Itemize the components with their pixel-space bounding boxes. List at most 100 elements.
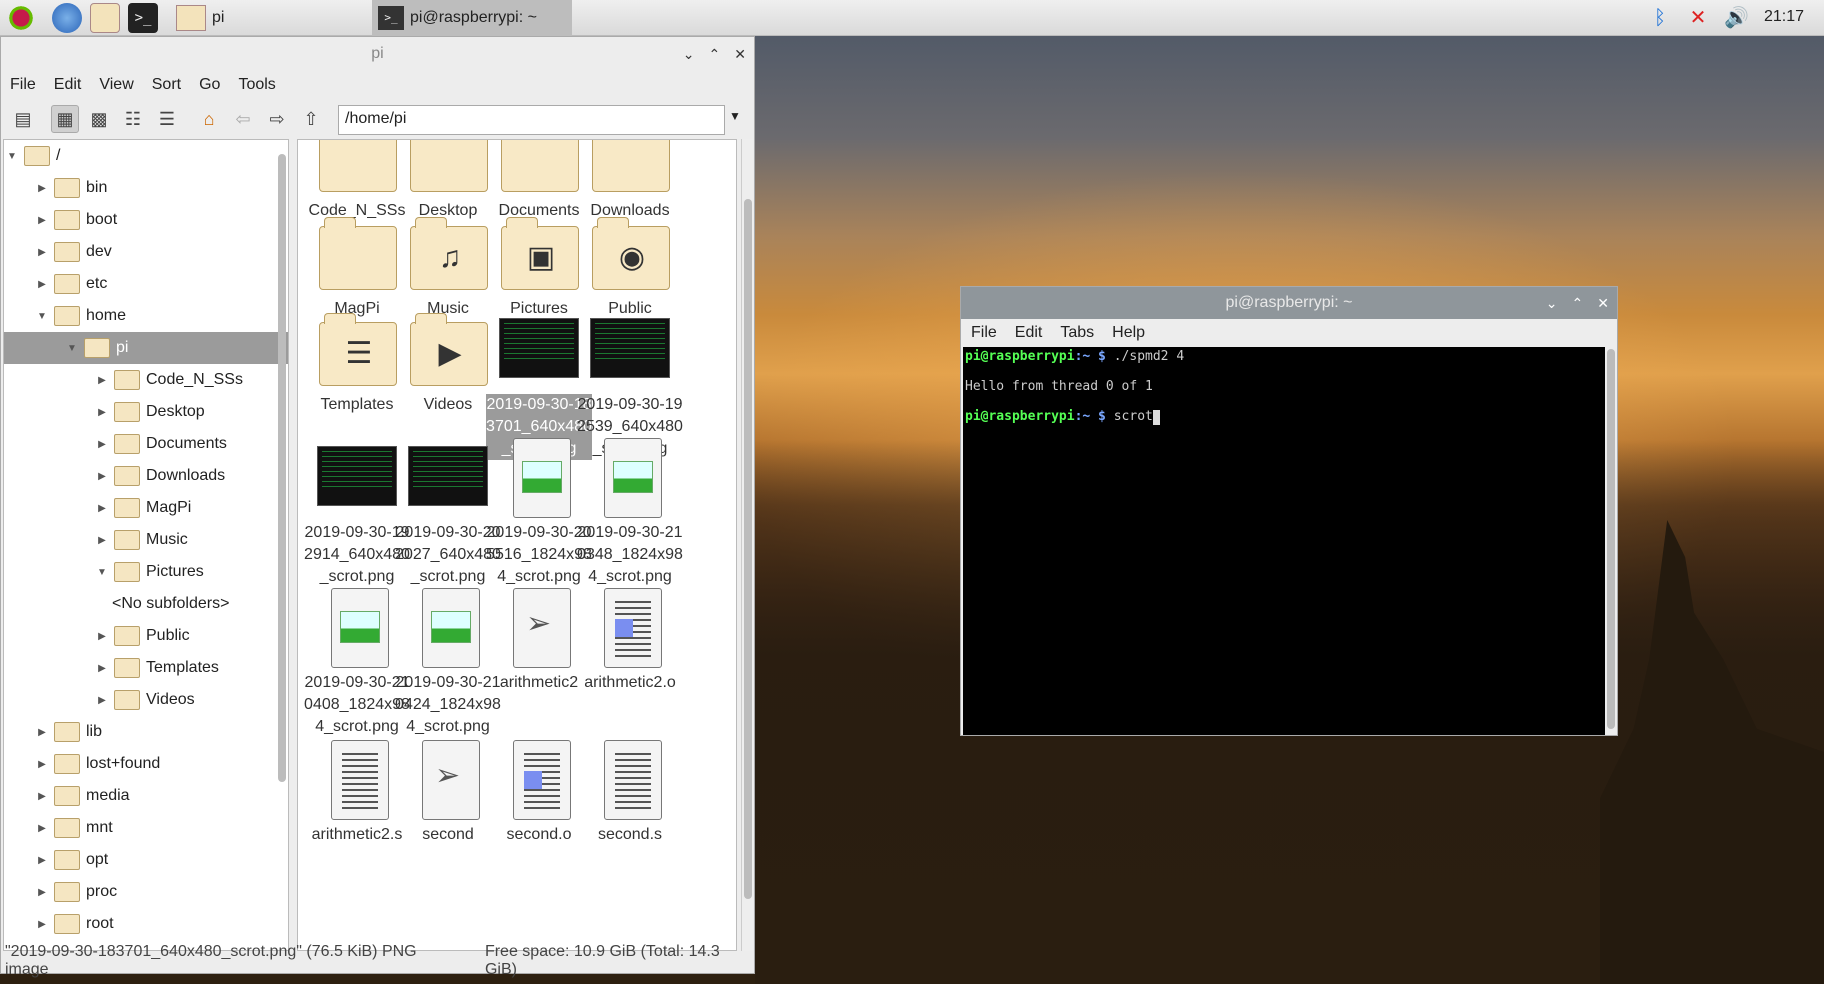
file-item[interactable]: second.s — [577, 738, 683, 846]
menu-file[interactable]: File — [10, 76, 36, 94]
collapsed-arrow-icon[interactable]: ▶ — [34, 279, 50, 290]
tree-item[interactable]: ▼ pi — [4, 332, 288, 364]
collapsed-arrow-icon[interactable]: ▶ — [94, 375, 110, 386]
tree-item[interactable]: ▶ Code_N_SSs — [4, 364, 288, 396]
close-icon[interactable]: ✕ — [1597, 295, 1609, 312]
tree-item[interactable]: ▶ opt — [4, 844, 288, 876]
forward-icon[interactable]: ⇨ — [263, 105, 291, 133]
collapsed-arrow-icon[interactable]: ▶ — [34, 887, 50, 898]
collapsed-arrow-icon[interactable]: ▶ — [94, 663, 110, 674]
menu-tabs[interactable]: Tabs — [1060, 324, 1094, 342]
file-item[interactable]: ◉ Public — [577, 212, 683, 320]
terminal-scrollbar[interactable] — [1607, 349, 1615, 729]
collapsed-arrow-icon[interactable]: ▶ — [94, 695, 110, 706]
compact-view-icon[interactable]: ☷ — [119, 105, 147, 133]
file-item[interactable]: arithmetic2.o — [577, 586, 683, 694]
tree-item[interactable]: ▼ Pictures — [4, 556, 288, 588]
thumbnail-view-icon[interactable]: ▩ — [85, 105, 113, 133]
close-icon[interactable]: ✕ — [734, 46, 746, 63]
terminal-icon[interactable]: >_ — [128, 3, 158, 33]
taskbar-task-terminal[interactable]: >_ pi@raspberrypi: ~ — [372, 0, 572, 36]
bluetooth-icon[interactable]: ᛒ — [1648, 6, 1672, 30]
collapsed-arrow-icon[interactable]: ▶ — [34, 727, 50, 738]
file-icon-view[interactable]: Code_N_SSs Desktop Documents Downloads MagPi… — [297, 139, 737, 951]
clock[interactable]: 21:17 — [1764, 8, 1804, 26]
volume-icon[interactable]: 🔊 — [1724, 6, 1749, 30]
menu-view[interactable]: View — [99, 76, 133, 94]
path-dropdown-icon[interactable]: ▼ — [729, 109, 741, 123]
maximize-icon[interactable]: ⌃ — [709, 46, 721, 63]
tree-item[interactable]: ▶ Documents — [4, 428, 288, 460]
tree-item[interactable]: ▶ mnt — [4, 812, 288, 844]
tree-item[interactable]: ▶ media — [4, 780, 288, 812]
tree-item[interactable]: <No subfolders> — [4, 588, 288, 620]
maximize-icon[interactable]: ⌃ — [1572, 295, 1584, 312]
path-input[interactable]: /home/pi — [338, 105, 725, 135]
icon-view-icon[interactable]: ▦ — [51, 105, 79, 133]
minimize-icon[interactable]: ⌄ — [683, 46, 695, 63]
minimize-icon[interactable]: ⌄ — [1546, 295, 1558, 312]
new-window-icon[interactable]: ▤ — [9, 105, 37, 133]
tree-item[interactable]: ▼ / — [4, 140, 288, 172]
collapsed-arrow-icon[interactable]: ▶ — [34, 215, 50, 226]
tree-item[interactable]: ▶ Templates — [4, 652, 288, 684]
home-icon[interactable]: ⌂ — [195, 105, 223, 133]
tree-item[interactable]: ▶ root — [4, 908, 288, 940]
file-item[interactable]: 2019-09-30-210348_1824x984_scrot.png — [577, 436, 683, 588]
up-icon[interactable]: ⇧ — [297, 105, 325, 133]
window-titlebar[interactable]: pi@raspberrypi: ~ ⌄ ⌃ ✕ — [961, 287, 1617, 319]
collapsed-arrow-icon[interactable]: ▶ — [34, 183, 50, 194]
collapsed-arrow-icon[interactable]: ▶ — [34, 247, 50, 258]
tree-item[interactable]: ▶ Desktop — [4, 396, 288, 428]
browser-icon[interactable] — [52, 3, 82, 33]
tree-item[interactable]: ▶ proc — [4, 876, 288, 908]
icon-view-scrollbar[interactable] — [741, 139, 753, 951]
collapsed-arrow-icon[interactable]: ▶ — [94, 471, 110, 482]
tree-item[interactable]: ▶ Downloads — [4, 460, 288, 492]
collapsed-arrow-icon[interactable]: ▶ — [34, 791, 50, 802]
tree-item[interactable]: ▶ dev — [4, 236, 288, 268]
collapsed-arrow-icon[interactable]: ▶ — [34, 919, 50, 930]
collapsed-arrow-icon[interactable]: ▶ — [94, 631, 110, 642]
collapsed-arrow-icon[interactable]: ▶ — [94, 407, 110, 418]
expanded-arrow-icon[interactable]: ▼ — [64, 343, 80, 354]
tree-item[interactable]: ▶ MagPi — [4, 492, 288, 524]
back-icon[interactable]: ⇦ — [229, 105, 257, 133]
expanded-arrow-icon[interactable]: ▼ — [34, 311, 50, 322]
collapsed-arrow-icon[interactable]: ▶ — [94, 535, 110, 546]
expanded-arrow-icon[interactable]: ▼ — [4, 151, 20, 162]
tree-item[interactable]: ▶ Music — [4, 524, 288, 556]
tree-item[interactable]: ▶ Videos — [4, 684, 288, 716]
file-item[interactable]: Downloads — [577, 140, 683, 222]
tree-scrollbar[interactable] — [278, 154, 286, 782]
collapsed-arrow-icon[interactable]: ▶ — [34, 759, 50, 770]
menu-edit[interactable]: Edit — [1015, 324, 1043, 342]
file-manager-icon[interactable] — [90, 3, 120, 33]
taskbar-task-pi[interactable]: pi — [170, 0, 366, 36]
list-view-icon[interactable]: ☰ — [153, 105, 181, 133]
menu-edit[interactable]: Edit — [54, 76, 82, 94]
network-disconnected-icon[interactable]: ✕ — [1686, 6, 1710, 30]
folder-icon — [114, 626, 140, 646]
tree-item[interactable]: ▶ lib — [4, 716, 288, 748]
menu-tools[interactable]: Tools — [238, 76, 275, 94]
collapsed-arrow-icon[interactable]: ▶ — [34, 855, 50, 866]
terminal-output[interactable]: pi@raspberrypi:~ $ ./spmd2 4 Hello from t… — [963, 347, 1605, 735]
raspberry-menu-icon[interactable] — [6, 3, 36, 33]
tree-item[interactable]: ▶ boot — [4, 204, 288, 236]
tree-item[interactable]: ▶ Public — [4, 620, 288, 652]
window-titlebar[interactable]: pi ⌄ ⌃ ✕ — [1, 37, 754, 71]
tree-item[interactable]: ▶ bin — [4, 172, 288, 204]
tree-item[interactable]: ▶ lost+found — [4, 748, 288, 780]
tree-item[interactable]: ▶ etc — [4, 268, 288, 300]
menu-help[interactable]: Help — [1112, 324, 1145, 342]
collapsed-arrow-icon[interactable]: ▶ — [94, 503, 110, 514]
collapsed-arrow-icon[interactable]: ▶ — [34, 823, 50, 834]
menu-file[interactable]: File — [971, 324, 997, 342]
directory-tree[interactable]: ▼ / ▶ bin ▶ boot ▶ dev ▶ etc ▼ home ▼ pi ▶ Code_N_SSs ▶ D… — [3, 139, 289, 951]
tree-item[interactable]: ▼ home — [4, 300, 288, 332]
menu-go[interactable]: Go — [199, 76, 220, 94]
expanded-arrow-icon[interactable]: ▼ — [94, 567, 110, 578]
collapsed-arrow-icon[interactable]: ▶ — [94, 439, 110, 450]
menu-sort[interactable]: Sort — [152, 76, 181, 94]
